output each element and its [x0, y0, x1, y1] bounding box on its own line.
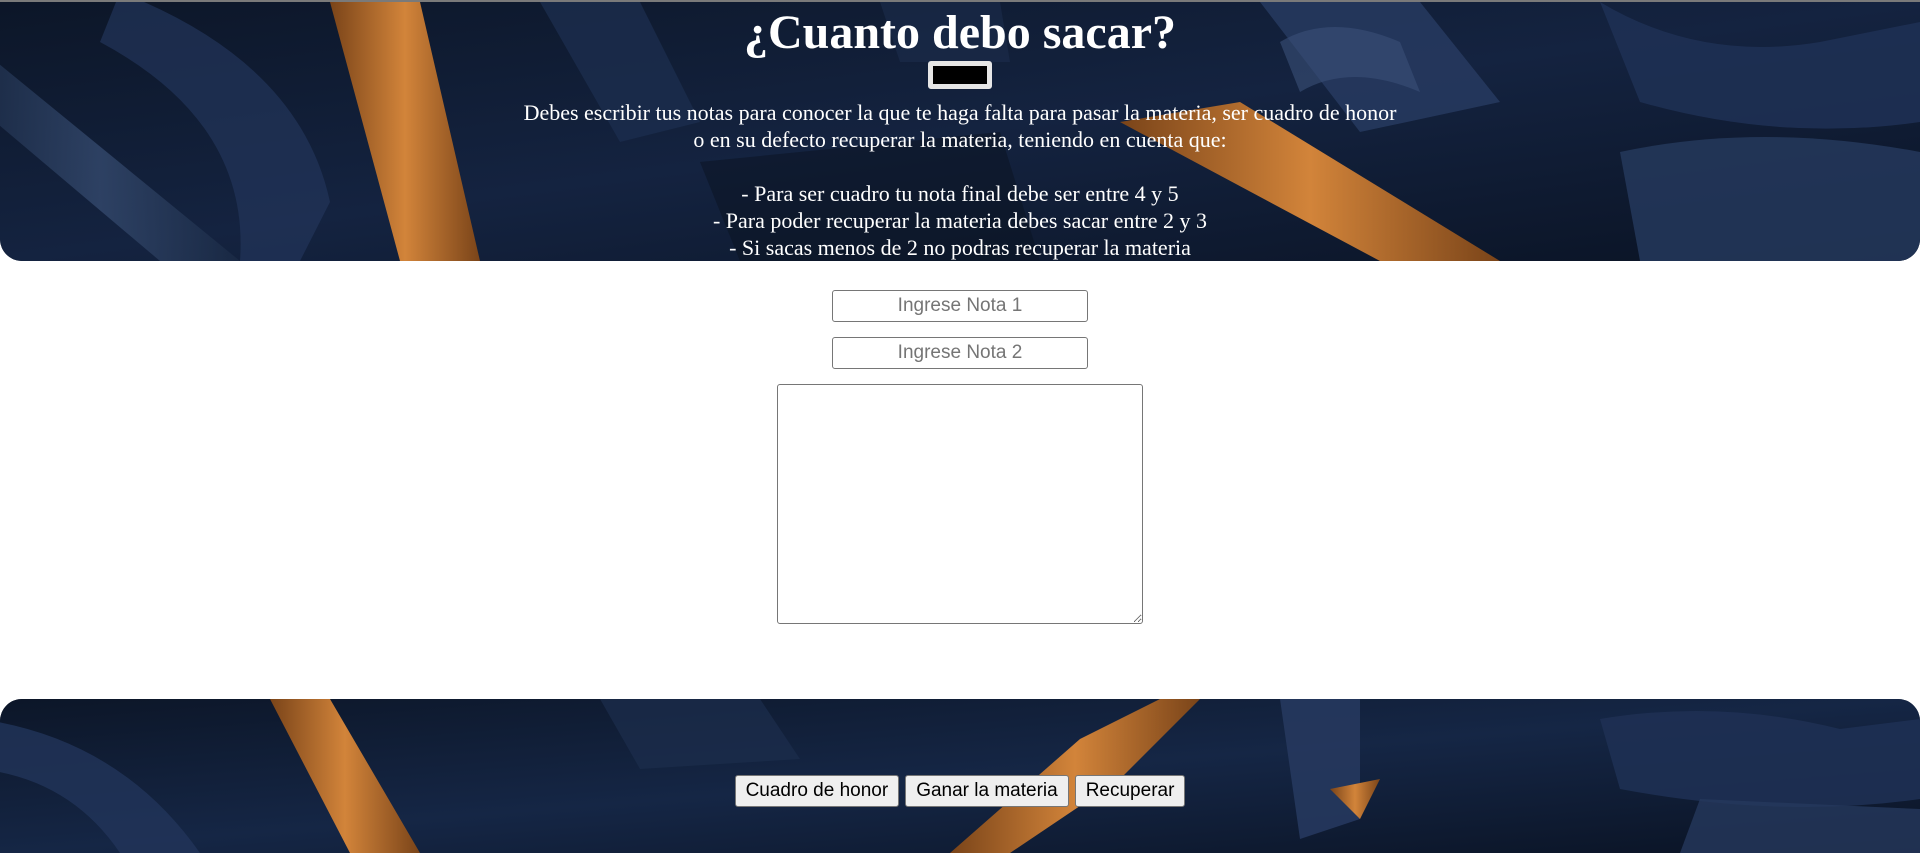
instructions-line-1: Debes escribir tus notas para conocer la…: [523, 100, 1397, 125]
header-banner: ¿Cuanto debo sacar? Debes escribir tus n…: [0, 2, 1920, 261]
nota-2-input[interactable]: [832, 337, 1088, 369]
grades-form: [0, 290, 1920, 624]
rule-recover: - Para poder recuperar la materia debes …: [712, 208, 1208, 233]
footer-banner: Cuadro de honor Ganar la materia Recuper…: [0, 699, 1920, 853]
pass-subject-button[interactable]: Ganar la materia: [905, 775, 1069, 807]
honor-roll-button[interactable]: Cuadro de honor: [734, 775, 900, 807]
rule-honor-roll: - Para ser cuadro tu nota final debe ser…: [741, 181, 1179, 206]
instructions: Debes escribir tus notas para conocer la…: [460, 99, 1460, 261]
theme-toggle-button[interactable]: [928, 61, 992, 89]
page-title: ¿Cuanto debo sacar?: [743, 6, 1177, 59]
nota-1-input[interactable]: [832, 290, 1088, 322]
action-buttons: Cuadro de honor Ganar la materia Recuper…: [0, 775, 1920, 807]
result-textarea[interactable]: [777, 384, 1143, 624]
instructions-line-2: o en su defecto recuperar la materia, te…: [693, 127, 1227, 152]
recover-button[interactable]: Recuperar: [1074, 775, 1186, 807]
rule-fail: - Si sacas menos de 2 no podras recupera…: [729, 235, 1191, 260]
